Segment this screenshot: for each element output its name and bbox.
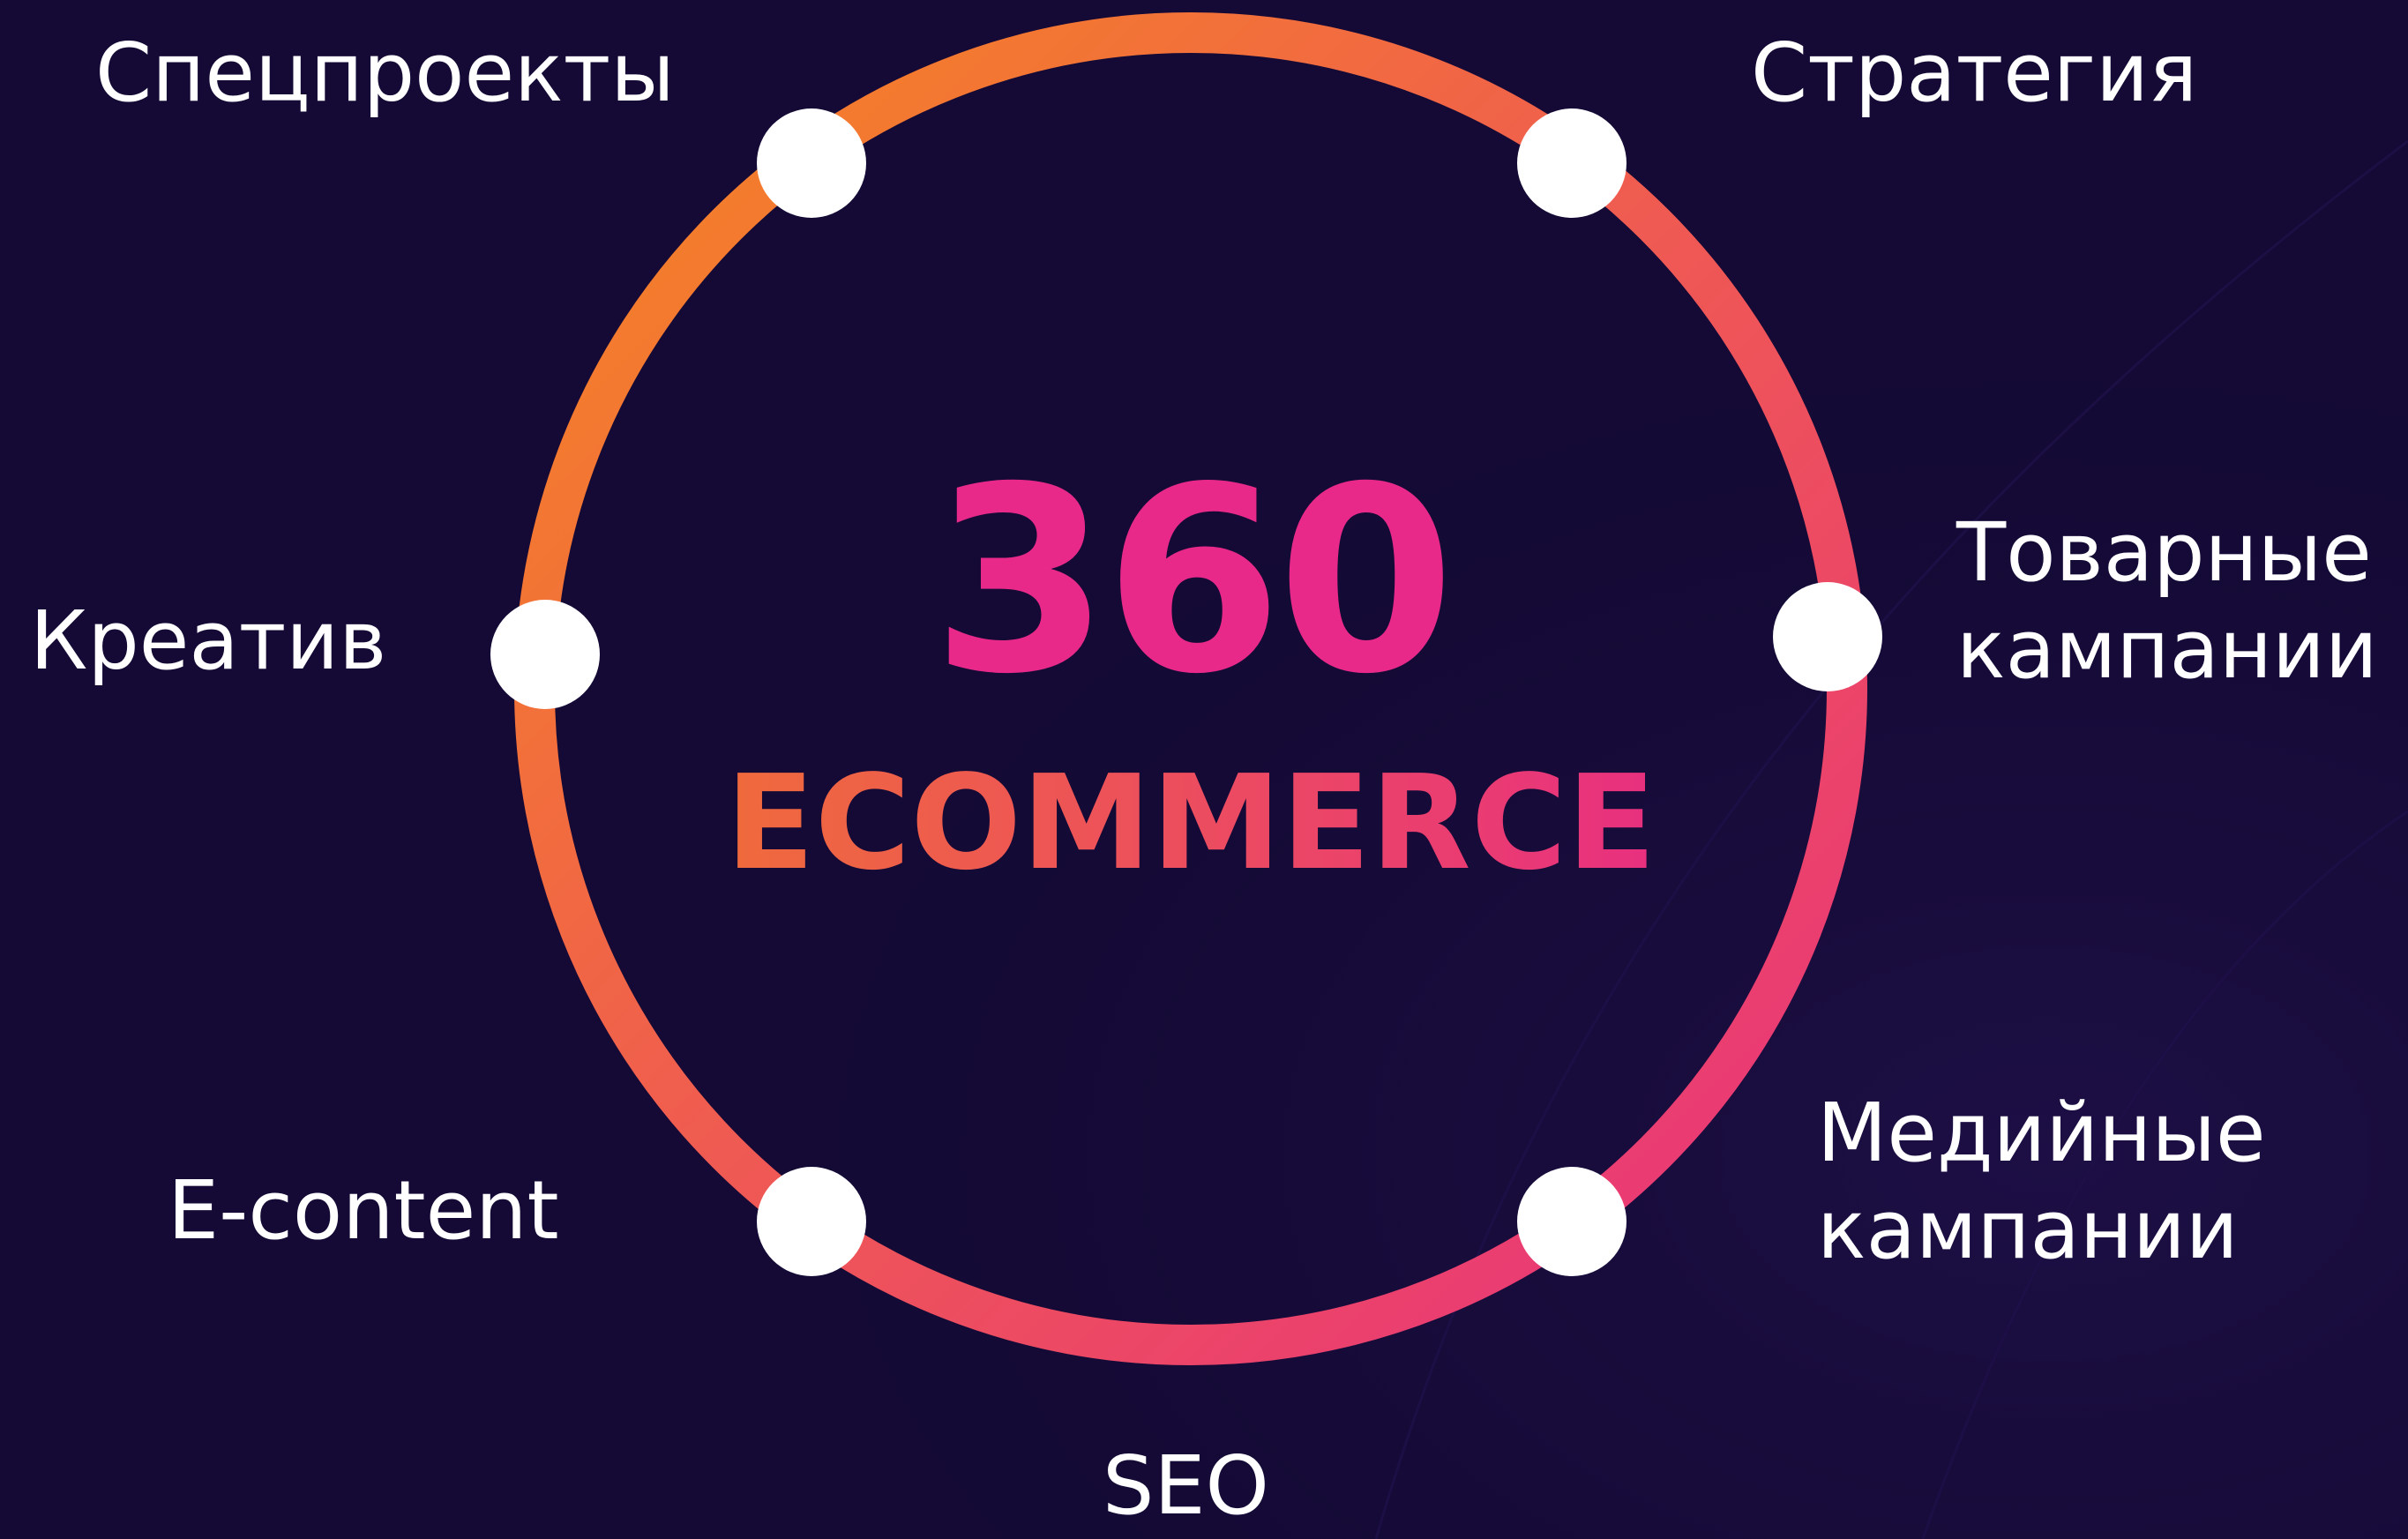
node-label-strategy: Стратегия (1751, 26, 2198, 120)
node-dot-econtent (757, 1167, 866, 1276)
node-dot-strategy (1517, 108, 1627, 218)
node-dot-creative (490, 600, 600, 709)
node-dot-specprojects (757, 108, 866, 218)
center-number: 360 (931, 433, 1455, 730)
center-word: ECOMMERCE (725, 747, 1656, 899)
node-label-seo: SEO (1103, 1438, 1269, 1533)
diagram-stage: 360 ECOMMERCE Спецпроекты Стратегия Това… (0, 0, 2408, 1539)
node-label-econtent: E-content (168, 1163, 559, 1258)
node-label-product-campaigns: Товарные кампании (1956, 505, 2378, 697)
node-dot-product-campaigns (1773, 582, 1882, 691)
node-label-creative: Креатив (30, 594, 387, 688)
node-label-specprojects: Спецпроекты (95, 26, 675, 120)
node-dot-media-campaigns (1517, 1167, 1627, 1276)
node-label-media-campaigns: Медийные кампании (1817, 1086, 2266, 1277)
